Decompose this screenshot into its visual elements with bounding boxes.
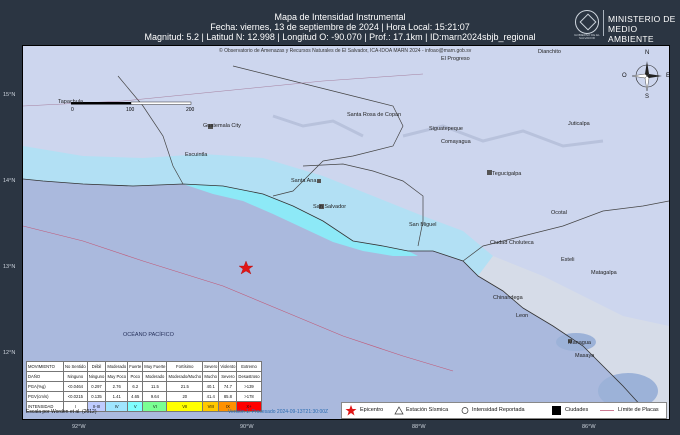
lon-label-86: 86°W xyxy=(582,424,596,430)
place-label: Tegucigalpa xyxy=(492,171,522,177)
epicenter-star-icon xyxy=(345,405,357,416)
compass-e: E xyxy=(666,73,670,79)
legend-row-movimiento: MOVIMIENTO No Sentido Débil Moderado Fue… xyxy=(26,361,262,372)
intensity-swatch: VI xyxy=(142,401,168,412)
intensity-swatch: V xyxy=(127,401,144,412)
intensity-legend-table: MOVIMIENTO No Sentido Débil Moderado Fue… xyxy=(26,361,262,412)
ministry-logo: GOBIERNO DE EL SALVADOR MINISTERIO DE ME… xyxy=(574,6,679,44)
place-label: Esteli xyxy=(561,257,575,263)
symbol-epicenter-label: Epicentro xyxy=(360,407,384,413)
place-label: Tapachula xyxy=(58,99,84,105)
scale-tick-0: 0 xyxy=(71,107,74,113)
compass-n: N xyxy=(645,50,650,56)
legend-row-dano: DAÑO Ninguno Ninguno Muy Poco Poco Moder… xyxy=(26,371,262,382)
place-label: Guatemala City xyxy=(203,123,241,129)
reported-intensity-icon xyxy=(461,407,469,414)
lon-label-92: 92°W xyxy=(72,424,86,430)
lat-label-12: 12°N xyxy=(3,350,16,356)
intensity-swatch: VII xyxy=(166,401,204,412)
place-label: Santa Rosa de Copan xyxy=(347,112,402,118)
ocean-label: OCÉANO PACÍFICO xyxy=(123,332,174,338)
legend-row-pgv: PGV(cm/s) <0.0215 0.135 1.41 4.65 9.64 2… xyxy=(26,391,262,402)
place-label: Juticalpa xyxy=(568,121,590,127)
place-label: Managua xyxy=(568,340,591,346)
header: Mapa de Intensidad Instrumental Fecha: v… xyxy=(0,0,680,44)
compass-s: S xyxy=(645,94,650,100)
place-label: San Salvador xyxy=(313,204,347,210)
seal-text: GOBIERNO DE EL SALVADOR xyxy=(574,33,600,40)
legend-row-pga: PGA(%g) <0.0464 0.297 2.76 6.2 11.5 21.5… xyxy=(26,381,262,392)
symbol-legend: Epicentro Estación Sísmica Intensidad Re… xyxy=(341,402,667,419)
lat-label-14: 14°N xyxy=(3,178,16,184)
symbol-station-label: Estación Sísmica xyxy=(406,407,449,413)
ministry-name-line1: MINISTERIO DE xyxy=(608,14,676,24)
symbol-plates-label: Límite de Placas xyxy=(618,407,659,413)
symbol-cities-label: Ciudades xyxy=(565,407,589,413)
scale-tick-100: 100 xyxy=(126,107,135,113)
place-label: El Progreso xyxy=(441,56,470,62)
lat-label-15: 15°N xyxy=(3,92,16,98)
place-label: Comayagua xyxy=(441,139,471,145)
intensity-swatch: VIII xyxy=(202,401,220,412)
lat-label-13: 13°N xyxy=(3,264,16,270)
place-label: Leon xyxy=(516,313,529,319)
scale-tick-200: 200 xyxy=(186,107,195,113)
place-label: Ciudad Choluteca xyxy=(490,240,534,246)
place-label: Chinandega xyxy=(493,295,523,301)
version-info: Versión 1: Procesado 2024-09-13T21:30:00… xyxy=(228,409,329,415)
lon-label-88: 88°W xyxy=(412,424,426,430)
compass-o: O xyxy=(622,73,627,79)
ministry-name-line2: MEDIO AMBIENTE xyxy=(608,24,654,44)
intensity-swatch: IV xyxy=(105,401,129,412)
scale-note: Escala por Worden et al. (2012) xyxy=(26,409,97,415)
lon-label-90: 90°W xyxy=(240,424,254,430)
city-square-icon xyxy=(552,406,561,415)
symbol-reported-label: Intensidad Reportada xyxy=(472,407,525,413)
station-triangle-icon xyxy=(394,406,404,415)
place-label: Dianchito xyxy=(538,49,561,55)
place-label: Matagalpa xyxy=(591,270,617,276)
place-label: Siguatepeque xyxy=(429,126,463,132)
map-credit: © Observatorio de Amenazas y Recursos Na… xyxy=(219,48,472,54)
place-label: Escuintla xyxy=(185,152,208,158)
place-label: San Miguel xyxy=(409,222,437,228)
place-label: Masaya xyxy=(575,353,595,359)
place-label: Ocotal xyxy=(551,210,567,216)
government-seal-icon xyxy=(575,10,599,34)
place-label: Santa Ana xyxy=(291,178,317,184)
compass-rose-icon: N S E O xyxy=(622,50,669,100)
